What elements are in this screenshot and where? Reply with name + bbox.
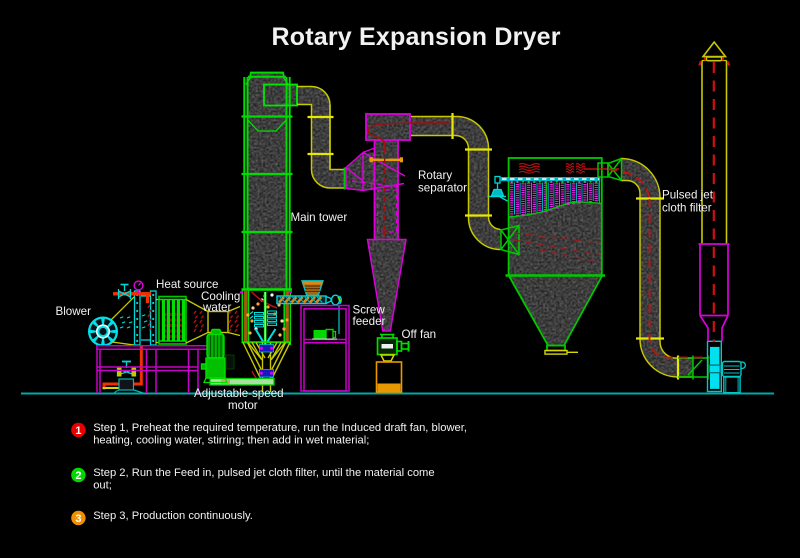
svg-text:Step 2, Run the Feed in, pulse: Step 2, Run the Feed in, pulsed jet clot… <box>93 467 434 479</box>
svg-text:feeder: feeder <box>353 315 386 328</box>
svg-text:Off fan: Off fan <box>402 328 437 341</box>
svg-text:3: 3 <box>75 513 81 525</box>
svg-text:out;: out; <box>93 479 112 491</box>
svg-text:Step 1, Preheat the required t: Step 1, Preheat the required temperature… <box>93 422 467 434</box>
svg-text:water: water <box>202 301 231 314</box>
svg-text:heating, cooling water, stirri: heating, cooling water, stirring; then a… <box>93 434 369 446</box>
svg-text:Pulsed jet: Pulsed jet <box>662 189 714 202</box>
svg-text:Blower: Blower <box>56 305 92 318</box>
svg-text:Rotary: Rotary <box>418 169 452 182</box>
svg-text:Step 3, Production continuousl: Step 3, Production continuously. <box>93 510 253 522</box>
svg-text:1: 1 <box>75 425 81 437</box>
svg-text:cloth filter: cloth filter <box>662 202 712 215</box>
svg-text:Main tower: Main tower <box>291 211 348 224</box>
svg-text:motor: motor <box>228 399 258 412</box>
svg-text:2: 2 <box>75 470 81 482</box>
svg-text:Rotary Expansion Dryer: Rotary Expansion Dryer <box>272 23 561 51</box>
svg-text:separator: separator <box>418 182 467 195</box>
